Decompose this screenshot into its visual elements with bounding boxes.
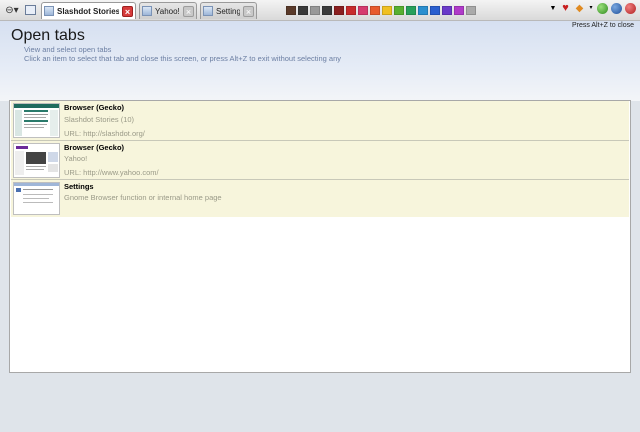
item-type: Browser (Gecko) bbox=[64, 143, 125, 152]
tab-label: Settings bbox=[216, 6, 240, 16]
browser-toolbar: ⊖▾ Slashdot Stories (10) × Yahoo! × Sett… bbox=[0, 0, 640, 21]
close-tab-icon[interactable]: × bbox=[183, 5, 194, 17]
slashdot-thumbnail bbox=[13, 103, 60, 138]
bookmark-diamond-icon[interactable]: ◆ bbox=[574, 3, 585, 14]
color-swatch[interactable] bbox=[286, 6, 296, 15]
tabs-overview-button[interactable] bbox=[23, 3, 37, 17]
page-instructions: Click an item to select that tab and clo… bbox=[24, 54, 342, 63]
color-swatch[interactable] bbox=[322, 6, 332, 15]
color-swatch[interactable] bbox=[406, 6, 416, 15]
dropdown-icon[interactable]: ▾ bbox=[588, 3, 594, 14]
blue-globe-icon[interactable] bbox=[611, 3, 622, 14]
window-icon bbox=[24, 5, 36, 15]
back-menu-button[interactable]: ⊖▾ bbox=[3, 3, 21, 17]
tab-label: Slashdot Stories (10) bbox=[57, 6, 119, 16]
tab-settings[interactable]: Settings × bbox=[200, 2, 257, 19]
color-swatch[interactable] bbox=[430, 6, 440, 15]
tab-list-item-yahoo[interactable]: Browser (Gecko) Yahoo! URL: http://www.y… bbox=[11, 141, 629, 180]
item-url: URL: http://slashdot.org/ bbox=[64, 129, 145, 138]
color-swatch[interactable] bbox=[394, 6, 404, 15]
color-swatch[interactable] bbox=[454, 6, 464, 15]
settings-thumbnail bbox=[13, 182, 60, 215]
color-swatch[interactable] bbox=[442, 6, 452, 15]
dropdown-icon[interactable]: ▼ bbox=[549, 3, 557, 14]
heart-icon[interactable]: ♥ bbox=[560, 3, 571, 14]
item-type: Settings bbox=[64, 182, 94, 191]
close-tab-icon[interactable]: × bbox=[122, 5, 133, 17]
tab-list-item-settings[interactable]: Settings Gnome Browser function or inter… bbox=[11, 180, 629, 217]
tab-yahoo[interactable]: Yahoo! × bbox=[139, 2, 197, 19]
page-favicon-icon bbox=[44, 6, 54, 16]
color-swatch[interactable] bbox=[298, 6, 308, 15]
color-swatch[interactable] bbox=[370, 6, 380, 15]
green-globe-icon[interactable] bbox=[597, 3, 608, 14]
color-swatch[interactable] bbox=[358, 6, 368, 15]
color-swatch[interactable] bbox=[466, 6, 476, 15]
tab-label: Yahoo! bbox=[155, 6, 180, 16]
page-subtitle: View and select open tabs bbox=[24, 45, 112, 54]
color-swatch[interactable] bbox=[334, 6, 344, 15]
settings-favicon-icon bbox=[203, 6, 213, 16]
item-page-title: Yahoo! bbox=[64, 154, 88, 163]
item-type: Browser (Gecko) bbox=[64, 103, 125, 112]
item-page-title: Slashdot Stories (10) bbox=[64, 115, 135, 124]
color-swatch[interactable] bbox=[418, 6, 428, 15]
tab-list-item-slashdot[interactable]: Browser (Gecko) Slashdot Stories (10) UR… bbox=[11, 101, 629, 141]
back-arrow-icon: ⊖▾ bbox=[5, 4, 19, 16]
color-swatch[interactable] bbox=[310, 6, 320, 15]
color-swatch[interactable] bbox=[382, 6, 392, 15]
tab-slashdot[interactable]: Slashdot Stories (10) × bbox=[41, 2, 136, 19]
close-tab-icon[interactable]: × bbox=[243, 5, 254, 17]
toolbar-right-icons: ▼ ♥ ◆ ▾ bbox=[549, 3, 636, 14]
page-favicon-icon bbox=[142, 6, 152, 16]
red-stop-icon[interactable] bbox=[625, 3, 636, 14]
color-swatch[interactable] bbox=[346, 6, 356, 15]
color-swatch-bar bbox=[286, 6, 476, 15]
item-page-title: Gnome Browser function or internal home … bbox=[64, 193, 222, 202]
open-tabs-list: Browser (Gecko) Slashdot Stories (10) UR… bbox=[9, 100, 631, 373]
page-title: Open tabs bbox=[11, 27, 85, 44]
open-tabs-header: Press Alt+Z to close Open tabs View and … bbox=[0, 21, 640, 101]
close-hint: Press Alt+Z to close bbox=[571, 22, 634, 29]
item-url: URL: http://www.yahoo.com/ bbox=[64, 168, 159, 177]
yahoo-thumbnail bbox=[13, 143, 60, 178]
